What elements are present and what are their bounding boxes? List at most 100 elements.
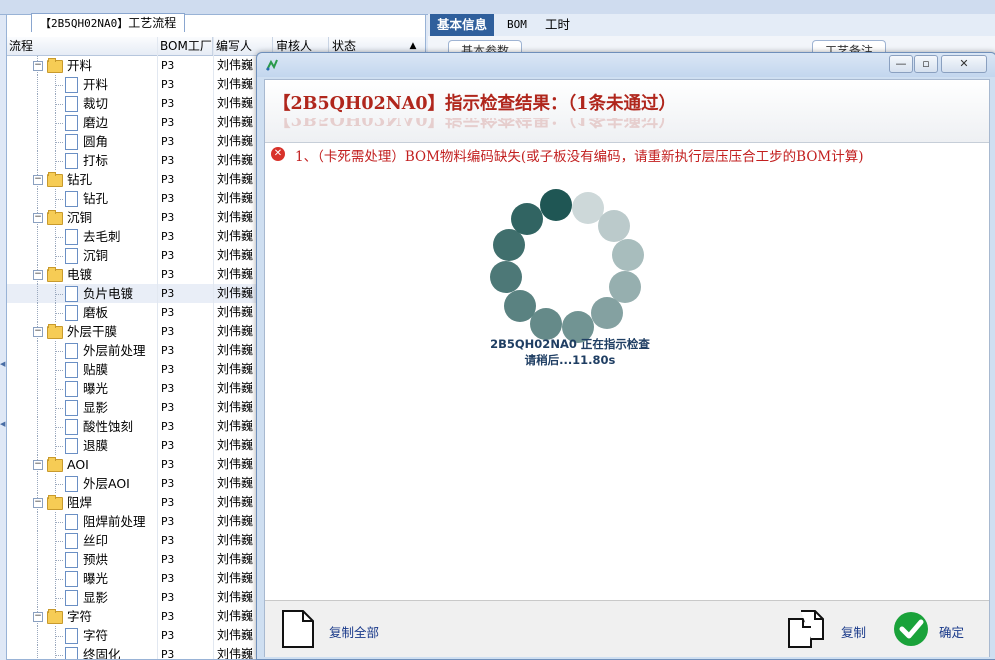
tree-connector [37, 379, 38, 398]
bom-factory-cell: P3 [161, 420, 175, 433]
tree-node-label: 曝光 [83, 381, 109, 396]
document-icon [65, 590, 78, 606]
tree-connector [55, 199, 63, 200]
tree-connector [55, 560, 63, 561]
bom-factory-cell: P3 [161, 154, 175, 167]
tree-node-label: 沉铜 [83, 248, 109, 263]
splitter-arrow-icon: ◀ [0, 360, 6, 368]
bom-factory-cell: P3 [161, 515, 175, 528]
bom-factory-cell: P3 [161, 401, 175, 414]
document-icon [65, 343, 78, 359]
bom-factory-cell: P3 [161, 230, 175, 243]
confirm-button[interactable]: 确定 [893, 601, 983, 657]
document-icon [65, 248, 78, 264]
copy-label: 复制 [841, 625, 867, 640]
bom-factory-cell: P3 [161, 382, 175, 395]
tree-connector [55, 389, 63, 390]
collapse-toggle-icon[interactable]: − [33, 327, 43, 337]
document-icon [65, 153, 78, 169]
tab-work-hours[interactable]: 工时 [538, 14, 577, 36]
document-icon [65, 419, 78, 435]
copy-all-button[interactable]: 复制全部 [279, 601, 389, 657]
error-text: 1、（卡死需处理）BOM物料编码缺失(或子板没有编码，请重新执行层压压合工步的B… [295, 145, 864, 165]
copy-icon [788, 610, 824, 648]
tree-node-label: 显影 [83, 400, 109, 415]
folder-icon [47, 495, 63, 510]
copy-button[interactable]: 复制 [785, 601, 875, 657]
tree-node-label: 去毛刺 [83, 229, 121, 244]
tree-node-label: 开料 [67, 58, 93, 73]
collapse-toggle-icon[interactable]: − [33, 213, 43, 223]
tree-connector [55, 256, 63, 257]
minimize-button[interactable]: — [889, 55, 913, 73]
splitter-arrow-icon: ◀ [0, 420, 6, 428]
collapse-toggle-icon[interactable]: − [33, 270, 43, 280]
folder-icon [47, 210, 63, 225]
tree-connector [37, 588, 38, 607]
collapse-toggle-icon[interactable]: − [33, 175, 43, 185]
tree-node-label: 预烘 [83, 552, 109, 567]
document-icon [65, 476, 78, 492]
tree-connector [55, 655, 63, 656]
loading-status-text: 2B5QH02NA0 正在指示检查 [490, 337, 650, 351]
tree-node-label: 外层前处理 [83, 343, 146, 358]
folder-icon [47, 324, 63, 339]
tree-node-label: 字符 [67, 609, 93, 624]
dialog-titlebar[interactable]: — ▫ ✕ [257, 53, 995, 77]
bom-factory-cell: P3 [161, 629, 175, 642]
folder-icon [47, 609, 63, 624]
tree-connector [55, 484, 63, 485]
column-header-flow[interactable]: 流程 [7, 37, 158, 55]
tree-connector [37, 512, 38, 531]
document-icon [65, 533, 78, 549]
tree-connector [55, 408, 63, 409]
collapse-toggle-icon[interactable]: − [33, 460, 43, 470]
tree-connector [37, 569, 38, 588]
error-item[interactable]: ✕ 1、（卡死需处理）BOM物料编码缺失(或子板没有编码，请重新执行层压压合工步… [265, 143, 989, 165]
document-icon [65, 628, 78, 644]
restore-button[interactable]: ▫ [914, 55, 938, 73]
tree-node-label: 酸性蚀刻 [83, 419, 134, 434]
bom-factory-cell: P3 [161, 363, 175, 376]
bom-factory-cell: P3 [161, 116, 175, 129]
close-button[interactable]: ✕ [941, 55, 987, 73]
tree-connector [37, 246, 38, 265]
tree-connector [37, 626, 38, 645]
tree-connector [55, 123, 63, 124]
document-icon [65, 191, 78, 207]
tree-connector [55, 351, 63, 352]
bom-factory-cell: P3 [161, 135, 175, 148]
tree-connector [37, 189, 38, 208]
tree-connector [55, 85, 63, 86]
process-flow-tab[interactable]: 【2B5QH02NA0】工艺流程 [31, 13, 186, 32]
checkmark-icon [894, 612, 928, 646]
bom-factory-cell: P3 [161, 97, 175, 110]
collapse-toggle-icon[interactable]: − [33, 61, 43, 71]
collapse-toggle-icon[interactable]: − [33, 612, 43, 622]
tree-connector [55, 104, 63, 105]
splitter-handle[interactable]: ◀ ◀ [0, 360, 6, 440]
tree-connector [37, 417, 38, 436]
bom-factory-cell: P3 [161, 572, 175, 585]
document-icon [65, 571, 78, 587]
document-icon [65, 514, 78, 530]
collapse-toggle-icon[interactable]: − [33, 498, 43, 508]
tree-node-label: 磨板 [83, 305, 109, 320]
column-header-bom[interactable]: BOM工厂 [158, 37, 213, 55]
scroll-up-icon[interactable]: ▲ [406, 40, 420, 52]
bom-factory-cell: P3 [161, 249, 175, 262]
tree-connector [55, 161, 63, 162]
tab-bom[interactable]: BOM [500, 14, 534, 36]
bom-factory-cell: P3 [161, 591, 175, 604]
document-icon [65, 134, 78, 150]
bom-factory-cell: P3 [161, 268, 175, 281]
tab-basic-info[interactable]: 基本信息 [430, 14, 495, 36]
bom-factory-cell: P3 [161, 211, 175, 224]
tree-connector [37, 550, 38, 569]
tree-connector [37, 303, 38, 322]
tree-node-label: 沉铜 [67, 210, 93, 225]
tree-connector [37, 132, 38, 151]
tree-node-label: 开料 [83, 77, 109, 92]
spinner-dot [598, 210, 631, 243]
document-icon [65, 96, 78, 112]
